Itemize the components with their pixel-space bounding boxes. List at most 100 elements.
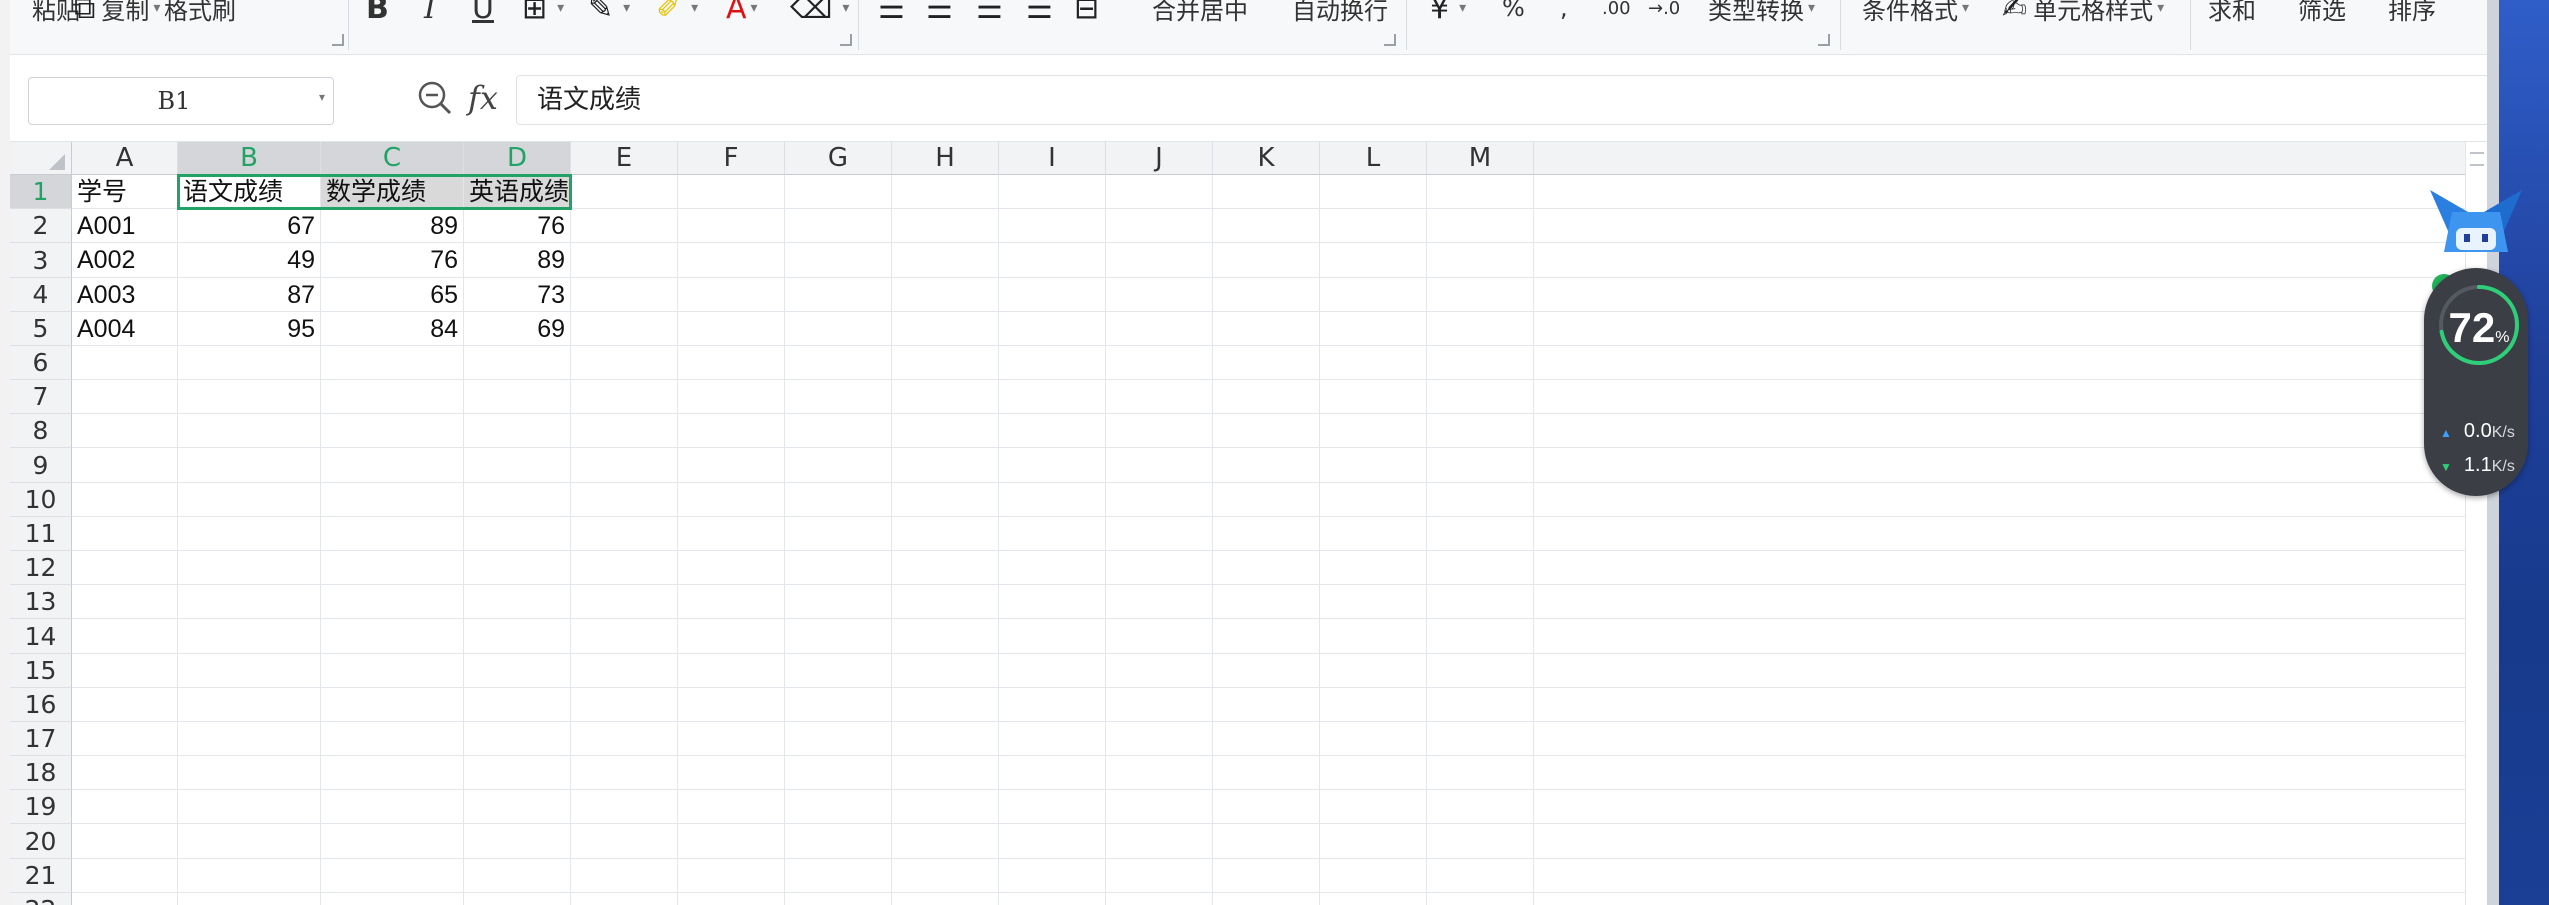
- cell-j6[interactable]: [1106, 346, 1213, 380]
- cell-j12[interactable]: [1106, 551, 1213, 585]
- cell-l3[interactable]: [1320, 243, 1427, 278]
- cell-e5[interactable]: [571, 312, 678, 346]
- cell-f8[interactable]: [678, 414, 785, 448]
- cell-a21[interactable]: [72, 859, 178, 893]
- name-box[interactable]: B1 ▾: [28, 77, 334, 125]
- cell-e21[interactable]: [571, 859, 678, 893]
- column-header-d[interactable]: D: [464, 142, 571, 175]
- cell-l20[interactable]: [1320, 824, 1427, 859]
- cell-i6[interactable]: [999, 346, 1106, 380]
- cell-d17[interactable]: [464, 722, 571, 756]
- cell-c19[interactable]: [321, 790, 464, 824]
- cell-g9[interactable]: [785, 448, 892, 483]
- cell-e13[interactable]: [571, 585, 678, 619]
- bold-button[interactable]: B: [366, 0, 389, 26]
- cell-k16[interactable]: [1213, 688, 1320, 722]
- sum-button[interactable]: 求和: [2208, 0, 2256, 26]
- copy-button[interactable]: ⧉ 复制 ▾: [74, 0, 160, 26]
- conditional-format-button[interactable]: 条件格式 ▾: [1862, 0, 1969, 26]
- cell-l7[interactable]: [1320, 380, 1427, 414]
- cell-b1[interactable]: 语文成绩: [178, 175, 321, 209]
- cell-f19[interactable]: [678, 790, 785, 824]
- cell-d20[interactable]: [464, 824, 571, 859]
- cell-e10[interactable]: [571, 483, 678, 517]
- cell-c22[interactable]: [321, 893, 464, 905]
- cell-a22[interactable]: [72, 893, 178, 905]
- cell-j13[interactable]: [1106, 585, 1213, 619]
- cell-d11[interactable]: [464, 517, 571, 551]
- format-painter-button[interactable]: 格式刷: [164, 0, 236, 26]
- cell-j22[interactable]: [1106, 893, 1213, 905]
- cell-a19[interactable]: [72, 790, 178, 824]
- cell-d16[interactable]: [464, 688, 571, 722]
- column-header-e[interactable]: E: [571, 142, 678, 175]
- cell-f4[interactable]: [678, 278, 785, 312]
- cell-e1[interactable]: [571, 175, 678, 209]
- row-header-16[interactable]: 16: [10, 688, 72, 722]
- cell-d22[interactable]: [464, 893, 571, 905]
- cell-h3[interactable]: [892, 243, 999, 278]
- cell-f3[interactable]: [678, 243, 785, 278]
- cell-m7[interactable]: [1427, 380, 1534, 414]
- row-header-17[interactable]: 17: [10, 722, 72, 756]
- row-header-4[interactable]: 4: [10, 278, 72, 312]
- cell-l9[interactable]: [1320, 448, 1427, 483]
- cell-h15[interactable]: [892, 654, 999, 688]
- row-header-6[interactable]: 6: [10, 346, 72, 380]
- cell-c11[interactable]: [321, 517, 464, 551]
- cell-g8[interactable]: [785, 414, 892, 448]
- cell-i19[interactable]: [999, 790, 1106, 824]
- cell-m21[interactable]: [1427, 859, 1534, 893]
- cell-c15[interactable]: [321, 654, 464, 688]
- cell-l11[interactable]: [1320, 517, 1427, 551]
- cell-h7[interactable]: [892, 380, 999, 414]
- cell-k15[interactable]: [1213, 654, 1320, 688]
- cell-a2[interactable]: A001: [72, 209, 178, 243]
- cell-c10[interactable]: [321, 483, 464, 517]
- cell-l12[interactable]: [1320, 551, 1427, 585]
- formula-input[interactable]: 语文成绩: [516, 75, 2489, 125]
- cell-i17[interactable]: [999, 722, 1106, 756]
- cell-g19[interactable]: [785, 790, 892, 824]
- cell-g5[interactable]: [785, 312, 892, 346]
- cell-l4[interactable]: [1320, 278, 1427, 312]
- cell-f15[interactable]: [678, 654, 785, 688]
- cell-h14[interactable]: [892, 619, 999, 654]
- cell-m22[interactable]: [1427, 893, 1534, 905]
- cell-c7[interactable]: [321, 380, 464, 414]
- cell-f2[interactable]: [678, 209, 785, 243]
- cell-c2[interactable]: 89: [321, 209, 464, 243]
- cell-e2[interactable]: [571, 209, 678, 243]
- cell-b10[interactable]: [178, 483, 321, 517]
- row-header-15[interactable]: 15: [10, 654, 72, 688]
- cell-a6[interactable]: [72, 346, 178, 380]
- cell-f14[interactable]: [678, 619, 785, 654]
- cell-g13[interactable]: [785, 585, 892, 619]
- cell-e14[interactable]: [571, 619, 678, 654]
- type-convert-button[interactable]: 类型转换 ▾: [1708, 0, 1815, 26]
- cell-i2[interactable]: [999, 209, 1106, 243]
- cell-f12[interactable]: [678, 551, 785, 585]
- column-header-l[interactable]: L: [1320, 142, 1427, 175]
- cell-c17[interactable]: [321, 722, 464, 756]
- cell-e15[interactable]: [571, 654, 678, 688]
- cell-b6[interactable]: [178, 346, 321, 380]
- cell-e6[interactable]: [571, 346, 678, 380]
- row-header-22[interactable]: 22: [10, 893, 72, 905]
- clipboard-group-launcher[interactable]: [332, 34, 344, 46]
- align-right-button[interactable]: ☰: [976, 0, 1009, 26]
- cell-k8[interactable]: [1213, 414, 1320, 448]
- cell-i15[interactable]: [999, 654, 1106, 688]
- cell-e9[interactable]: [571, 448, 678, 483]
- cell-c9[interactable]: [321, 448, 464, 483]
- row-header-9[interactable]: 9: [10, 448, 72, 483]
- column-header-c[interactable]: C: [321, 142, 464, 175]
- cell-e22[interactable]: [571, 893, 678, 905]
- cell-b12[interactable]: [178, 551, 321, 585]
- cell-d1[interactable]: 英语成绩: [464, 175, 571, 209]
- cell-g2[interactable]: [785, 209, 892, 243]
- comma-button[interactable]: ,: [1560, 0, 1568, 26]
- cell-d15[interactable]: [464, 654, 571, 688]
- cell-l18[interactable]: [1320, 756, 1427, 790]
- italic-button[interactable]: I: [424, 0, 436, 26]
